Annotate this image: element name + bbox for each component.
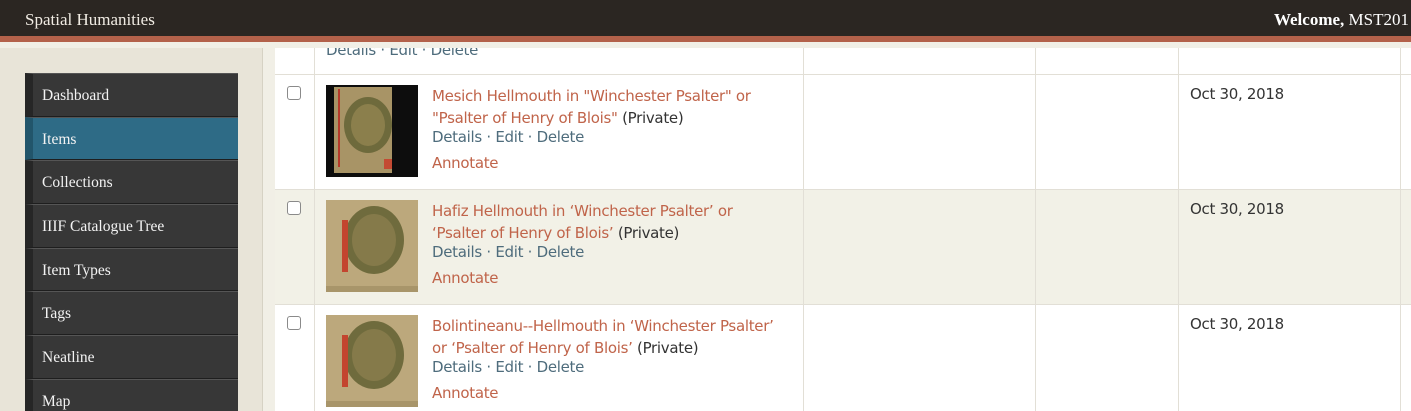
table-row: Mesich Hellmouth in "Winchester Psalter"… — [275, 74, 1411, 189]
welcome-message: Welcome, MST201 — [1274, 10, 1409, 30]
visibility-label: (Private) — [622, 109, 684, 127]
visibility-label: (Private) — [617, 224, 680, 242]
sidebar-item-tags[interactable]: Tags — [25, 291, 238, 336]
item-title-line: Bolintineanu--Hellmouth in ‘Winchester P… — [432, 317, 774, 335]
item-title-link[interactable]: Hafiz Hellmouth in ‘Winchester Psalter’ … — [432, 202, 733, 242]
table-row-partial: Details · Edit · Delete — [275, 48, 1411, 74]
username-link[interactable]: MST201 — [1349, 10, 1409, 29]
annotate-link[interactable]: Annotate — [432, 384, 499, 402]
delete-link[interactable]: Delete — [537, 358, 585, 376]
sidebar-divider — [262, 48, 263, 411]
annotate-link[interactable]: Annotate — [432, 269, 499, 287]
row-select-checkbox[interactable] — [287, 201, 301, 215]
row-actions: Details · Edit · Delete — [432, 243, 584, 261]
items-table: Details · Edit · Delete Mesich Hellmouth… — [275, 48, 1411, 411]
sidebar-item-items[interactable]: Items — [25, 116, 238, 161]
item-title-line: or ‘Psalter of Henry of Blois’ — [432, 339, 633, 357]
row-actions: Details · Edit · Delete — [432, 358, 584, 376]
item-title-block: Hafiz Hellmouth in ‘Winchester Psalter’ … — [432, 200, 792, 244]
item-title-line: "Psalter of Henry of Blois" — [432, 109, 618, 127]
sidebar-nav: Dashboard Items Collections IIIF Catalog… — [25, 73, 238, 411]
column-divider — [1178, 48, 1179, 411]
edit-link[interactable]: Edit — [389, 48, 417, 59]
action-separator: · — [527, 243, 533, 261]
item-title-link[interactable]: Mesich Hellmouth in "Winchester Psalter"… — [432, 87, 751, 127]
column-divider — [803, 48, 804, 411]
item-thumbnail[interactable] — [326, 315, 418, 407]
item-title-line: Hafiz Hellmouth in ‘Winchester Psalter’ … — [432, 202, 733, 220]
action-separator: · — [486, 243, 491, 261]
delete-link[interactable]: Delete — [537, 243, 585, 261]
details-link[interactable]: Details — [432, 243, 482, 261]
sidebar-item-neatline[interactable]: Neatline — [25, 335, 238, 379]
action-separator: · — [421, 48, 427, 59]
action-separator: · — [486, 128, 491, 146]
annotate-link[interactable]: Annotate — [432, 154, 499, 172]
item-thumbnail[interactable] — [326, 85, 418, 177]
details-link[interactable]: Details — [432, 358, 482, 376]
action-separator: · — [527, 358, 533, 376]
item-title-block: Mesich Hellmouth in "Winchester Psalter"… — [432, 85, 792, 129]
delete-link[interactable]: Delete — [431, 48, 479, 59]
edit-link[interactable]: Edit — [495, 128, 523, 146]
sidebar-item-dashboard[interactable]: Dashboard — [25, 73, 238, 117]
visibility-label: (Private) — [637, 339, 699, 357]
details-link[interactable]: Details — [326, 48, 376, 59]
column-divider — [314, 48, 315, 411]
sidebar-item-map[interactable]: Map — [25, 378, 238, 411]
row-select-checkbox[interactable] — [287, 316, 301, 330]
item-thumbnail[interactable] — [326, 200, 418, 292]
date-added: Oct 30, 2018 — [1190, 200, 1284, 218]
row-actions: Details · Edit · Delete — [432, 128, 584, 146]
site-title[interactable]: Spatial Humanities — [25, 10, 155, 30]
date-added: Oct 30, 2018 — [1190, 85, 1284, 103]
delete-link[interactable]: Delete — [537, 128, 585, 146]
action-separator: · — [527, 128, 533, 146]
action-separator: · — [380, 48, 385, 59]
welcome-label: Welcome, — [1273, 10, 1345, 29]
top-bar: Spatial Humanities Welcome, MST201 — [0, 0, 1411, 42]
table-row: Bolintineanu--Hellmouth in ‘Winchester P… — [275, 304, 1411, 411]
sidebar-item-collections[interactable]: Collections — [25, 160, 238, 205]
table-row: Hafiz Hellmouth in ‘Winchester Psalter’ … — [275, 189, 1411, 304]
row-select-checkbox[interactable] — [287, 86, 301, 100]
sidebar-item-item-types[interactable]: Item Types — [25, 247, 238, 292]
edit-link[interactable]: Edit — [495, 243, 523, 261]
date-added: Oct 30, 2018 — [1190, 315, 1284, 333]
sidebar-item-iiif-catalogue-tree[interactable]: IIIF Catalogue Tree — [25, 204, 238, 248]
edit-link[interactable]: Edit — [495, 358, 523, 376]
item-title-line: ‘Psalter of Henry of Blois’ — [432, 224, 614, 242]
item-title-link[interactable]: Bolintineanu--Hellmouth in ‘Winchester P… — [432, 317, 774, 357]
details-link[interactable]: Details — [432, 128, 482, 146]
item-title-block: Bolintineanu--Hellmouth in ‘Winchester P… — [432, 315, 792, 359]
action-separator: · — [486, 358, 491, 376]
column-divider — [1035, 48, 1036, 411]
row-actions: Details · Edit · Delete — [326, 48, 478, 59]
item-title-line: Mesich Hellmouth in "Winchester Psalter"… — [432, 87, 751, 105]
column-divider — [1400, 48, 1401, 411]
